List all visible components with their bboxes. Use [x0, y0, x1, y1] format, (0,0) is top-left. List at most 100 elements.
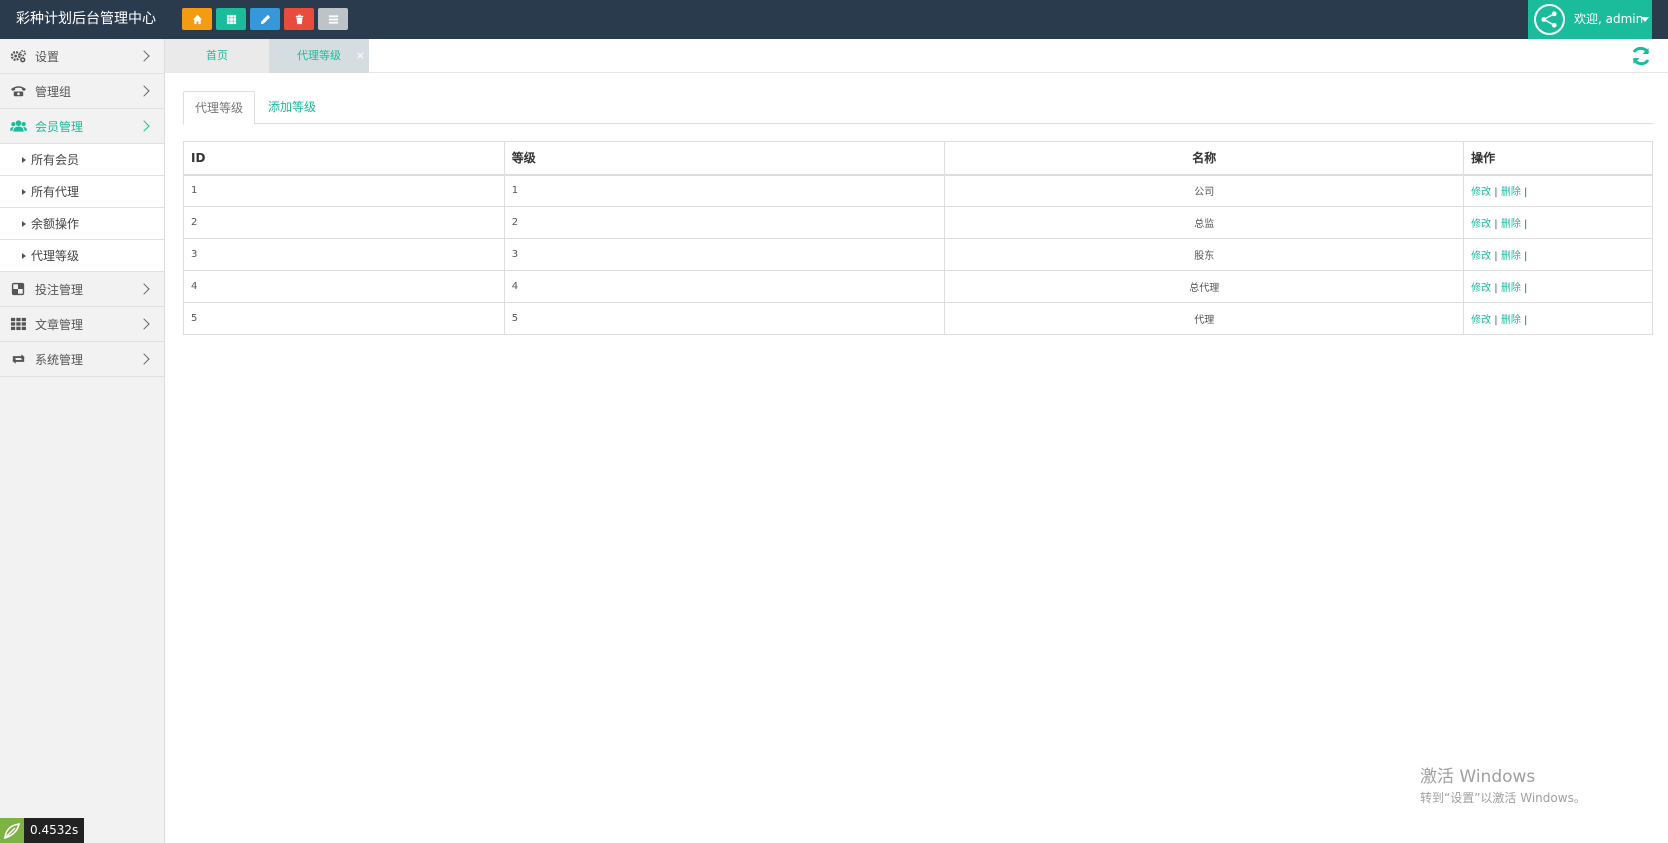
tab-label: 代理等级 — [297, 49, 341, 62]
chevron-right-icon — [138, 50, 150, 62]
edit-link[interactable]: 修改 — [1471, 315, 1491, 326]
cell-level: 1 — [503, 174, 946, 207]
cell-name: 公司 — [944, 174, 1465, 207]
sidebar-item-label: 管理组 — [35, 84, 72, 99]
delete-link[interactable]: 删除 — [1501, 187, 1521, 198]
agent-level-table: ID 等级 名称 操作 1 1 公司 修改 | 删除 | 2 2 总监 修改 |… — [183, 141, 1653, 335]
cell-id: 5 — [183, 302, 505, 335]
column-header-actions: 操作 — [1463, 141, 1653, 176]
table-row: 2 2 总监 修改 | 删除 | — [183, 206, 1653, 239]
top-bar: 彩种计划后台管理中心 欢迎, admin — [0, 0, 1668, 39]
sidebar-subitem-balance-ops[interactable]: 余额操作 — [0, 208, 164, 240]
delete-link[interactable]: 删除 — [1501, 283, 1521, 294]
tab-add-level[interactable]: 添加等级 — [257, 91, 327, 124]
chevron-right-icon — [138, 353, 150, 365]
apps-icon — [9, 317, 27, 331]
delete-link[interactable]: 删除 — [1501, 251, 1521, 262]
leaf-logo-icon — [0, 818, 24, 843]
sidebar-item-admin-group[interactable]: 管理组 — [0, 74, 164, 109]
delete-link[interactable]: 删除 — [1501, 315, 1521, 326]
sidebar-item-label: 会员管理 — [35, 119, 84, 134]
retweet-icon — [9, 352, 27, 366]
cell-level: 2 — [503, 206, 946, 239]
quick-toolbar — [182, 8, 352, 30]
caret-right-icon — [22, 252, 26, 259]
gears-icon — [9, 49, 27, 63]
home-button[interactable] — [182, 8, 212, 30]
user-menu[interactable]: 欢迎, admin — [1528, 0, 1652, 39]
main-content: 代理等级 添加等级 ID 等级 名称 操作 1 1 公司 修改 | 删除 | 2… — [183, 91, 1653, 335]
cell-actions: 修改 | 删除 | — [1463, 174, 1653, 207]
content-tabs: 代理等级 添加等级 — [183, 91, 1653, 125]
sidebar-subitem-agent-level[interactable]: 代理等级 — [0, 240, 164, 272]
separator: | — [1494, 283, 1498, 294]
sidebar-subitem-all-agents[interactable]: 所有代理 — [0, 176, 164, 208]
separator: | — [1494, 315, 1498, 326]
pencil-icon — [260, 14, 270, 24]
chevron-right-icon — [138, 120, 150, 132]
sidebar-subitem-all-members[interactable]: 所有会员 — [0, 144, 164, 176]
app-title: 彩种计划后台管理中心 — [16, 11, 156, 27]
sidebar-subitem-label: 所有代理 — [31, 185, 80, 199]
cell-level: 5 — [503, 302, 946, 335]
delete-link[interactable]: 删除 — [1501, 219, 1521, 230]
watermark-subtitle: 转到“设置”以激活 Windows。 — [1420, 791, 1586, 805]
table-row: 5 5 代理 修改 | 删除 | — [183, 302, 1653, 335]
load-timer: 0.4532s — [0, 818, 85, 843]
separator: | — [1524, 219, 1528, 230]
cell-id: 2 — [183, 206, 505, 239]
edit-link[interactable]: 修改 — [1471, 283, 1491, 294]
separator: | — [1494, 219, 1498, 230]
cell-id: 3 — [183, 238, 505, 271]
users-icon — [9, 119, 27, 133]
cell-name: 代理 — [944, 302, 1465, 335]
sidebar-item-label: 文章管理 — [35, 317, 84, 332]
table-row: 1 1 公司 修改 | 删除 | — [183, 174, 1653, 207]
edit-link[interactable]: 修改 — [1471, 219, 1491, 230]
sidebar-item-settings[interactable]: 设置 — [0, 39, 164, 74]
refresh-icon[interactable] — [1630, 45, 1652, 67]
checker-icon — [9, 282, 27, 296]
cell-actions: 修改 | 删除 | — [1463, 270, 1653, 303]
tab-home[interactable]: 首页 — [165, 39, 269, 73]
trash-icon — [295, 14, 303, 24]
sidebar-item-article-management[interactable]: 文章管理 — [0, 307, 164, 342]
separator: | — [1524, 187, 1528, 199]
edit-link[interactable]: 修改 — [1471, 251, 1491, 262]
list-icon — [328, 14, 338, 24]
tab-agent-level-list[interactable]: 代理等级 — [183, 91, 256, 125]
delete-button[interactable] — [284, 8, 314, 30]
edit-button[interactable] — [250, 8, 280, 30]
caret-right-icon — [22, 188, 26, 195]
page-tab-bar: 首页 代理等级 × — [165, 39, 1668, 73]
close-icon[interactable]: × — [356, 39, 365, 73]
sidebar-subitem-label: 所有会员 — [31, 153, 80, 167]
sidebar: 设置 管理组 会员管理 所有会员 所有代理 余额操作 代理等级 投注管理 文章管… — [0, 39, 165, 843]
cell-id: 1 — [183, 174, 505, 207]
avatar — [1534, 4, 1565, 35]
separator: | — [1524, 315, 1528, 326]
sidebar-item-label: 投注管理 — [35, 282, 84, 297]
phone-icon — [9, 84, 27, 98]
list-button[interactable] — [318, 8, 348, 30]
edit-link[interactable]: 修改 — [1471, 187, 1491, 198]
separator: | — [1494, 187, 1498, 199]
cell-name: 股东 — [944, 238, 1465, 271]
cell-name: 总代理 — [944, 270, 1465, 303]
tab-label: 首页 — [206, 49, 228, 62]
sidebar-item-member-management[interactable]: 会员管理 — [0, 109, 164, 144]
cell-actions: 修改 | 删除 | — [1463, 302, 1653, 335]
windows-activation-watermark: 激活 Windows 转到“设置”以激活 Windows。 — [1420, 762, 1586, 806]
cell-level: 4 — [503, 270, 946, 303]
separator: | — [1524, 283, 1528, 294]
sidebar-item-label: 设置 — [35, 49, 60, 64]
sidebar-item-bet-management[interactable]: 投注管理 — [0, 272, 164, 307]
grid-button[interactable] — [216, 8, 246, 30]
tab-agent-level[interactable]: 代理等级 × — [269, 39, 369, 73]
cell-name: 总监 — [944, 206, 1465, 239]
chevron-right-icon — [138, 318, 150, 330]
table-row: 3 3 股东 修改 | 删除 | — [183, 238, 1653, 271]
chevron-right-icon — [138, 283, 150, 295]
sidebar-item-system-management[interactable]: 系统管理 — [0, 342, 164, 377]
caret-right-icon — [22, 220, 26, 227]
